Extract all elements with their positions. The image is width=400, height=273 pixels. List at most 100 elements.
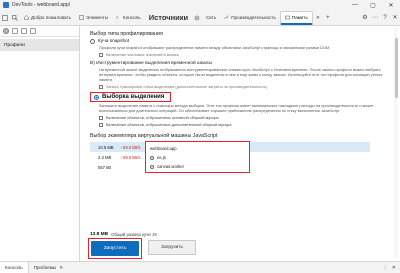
vm-instance-list: 10.5 MB ↑ 59.0 kB/s 2.3 MB ↑ 59.0 kB/s 557… — [90, 141, 370, 200]
inspect-icon[interactable] — [10, 12, 20, 24]
window-title: DevTools - webboard.app/ — [12, 2, 71, 8]
allocation-sampling-description: Запишите выделение памяти с помощью мето… — [99, 103, 374, 113]
allocation-sampling-radio[interactable] — [94, 94, 99, 100]
vertical-scrollbar[interactable] — [394, 28, 398, 258]
total-heap-label: Общий размер кучи JS — [111, 232, 158, 237]
vm-instance-title: Выбор экземпляра виртуальной машины Java… — [90, 133, 218, 139]
drawer-actions: ⋮ ✕ — [383, 265, 396, 271]
major-gc-checkbox[interactable] — [99, 115, 103, 120]
tab-network[interactable]: Сеть — [202, 11, 220, 25]
vm-instance-section: Выбор экземпляра виртуальной машины Java… — [90, 133, 386, 200]
numeric-values-label: Включение числовых значений в запись — [106, 52, 179, 57]
settings-gear-icon[interactable]: ⚙ — [360, 12, 370, 24]
vm-rate: ↑ 59.0 kB/s — [120, 155, 142, 160]
tab-memory-label: Память — [291, 14, 308, 20]
profiles-sidebar: Профили — [0, 26, 80, 261]
heap-snapshot-option[interactable]: Куча snapshot — [90, 39, 386, 44]
tab-memory[interactable]: Память — [279, 10, 313, 25]
device-toolbar-icon[interactable] — [0, 12, 10, 24]
performance-icon — [224, 15, 230, 20]
major-gc-label: Включение объектов, отброшенных основной… — [106, 115, 219, 120]
clear-icon[interactable] — [12, 28, 18, 34]
allocation-timeline-option[interactable]: В) Инструментирование выделения временно… — [90, 61, 386, 66]
close-window-button[interactable]: ✕ — [382, 0, 400, 10]
action-buttons: Запустить Загрузить — [88, 238, 196, 259]
vm-rate: ↑ 59.0 kB/s — [120, 145, 142, 150]
vm-target-radio[interactable] — [150, 164, 154, 169]
drawer-tab-problems[interactable]: Проблемы ✕ — [29, 262, 68, 273]
add-tab-icon[interactable]: + — [323, 12, 333, 24]
drawer-tab-problems-label: Проблемы — [33, 265, 57, 270]
vm-heap-size: 10.5 MB — [98, 144, 114, 150]
drawer-tab-bar: Консоль Проблемы ✕ ⋮ ✕ — [0, 261, 400, 273]
vm-heap-size: 557 kB — [98, 164, 112, 170]
tab-elements-label: Элементы — [85, 15, 109, 20]
minor-gc-checkbox-row[interactable]: Включение объектов, отброшенных дополнит… — [99, 122, 386, 127]
more-tabs-icon[interactable]: » — [313, 12, 323, 24]
window-controls: — ▢ ✕ — [346, 0, 400, 10]
profiles-heading: Профили — [0, 39, 79, 51]
profiling-type-title: Выбор типа профилирования — [90, 31, 163, 37]
memory-panel: Выбор типа профилирования Куча snapshot … — [82, 26, 394, 261]
console-icon — [116, 15, 121, 20]
numeric-values-checkbox[interactable] — [99, 52, 103, 57]
devtools-app-icon — [3, 2, 9, 8]
help-icon[interactable]: ? — [380, 12, 390, 24]
devtools-tab-bar: Добро пожаловать Элементы Консоль Источн… — [0, 10, 400, 26]
vm-target-name: ee.js — [157, 155, 166, 160]
arrow-up-icon: ↑ — [120, 154, 122, 160]
allocation-timeline-label: В) Инструментирование выделения временно… — [90, 61, 212, 66]
record-icon[interactable] — [3, 28, 9, 34]
heap-snapshot-label: Куча snapshot — [98, 39, 130, 44]
tabbar-right-actions: ⚙ ⋯ ? ✕ — [360, 12, 400, 24]
allocation-stack-checkbox[interactable] — [99, 84, 103, 89]
close-devtools-icon[interactable]: ✕ — [390, 12, 400, 24]
download-icon[interactable] — [30, 28, 36, 34]
allocation-stack-label: Запись трассировок стека выделения (допо… — [106, 84, 268, 89]
minor-gc-label: Включение объектов, отброшенных дополнит… — [106, 122, 232, 127]
load-button[interactable]: Загрузить — [148, 240, 196, 255]
start-button[interactable]: Запустить — [91, 241, 139, 256]
heap-snapshot-numeric-checkbox-row[interactable]: Включение числовых значений в запись — [99, 52, 386, 57]
upload-icon[interactable] — [21, 28, 27, 34]
tab-console-label: Консоль — [123, 15, 141, 20]
scrollbar-thumb[interactable] — [394, 38, 398, 98]
tab-sources[interactable]: Источники — [145, 11, 192, 25]
sources-gear-icon[interactable] — [192, 12, 202, 24]
profiles-toolbar — [0, 26, 79, 37]
tab-welcome[interactable]: Добро пожаловать — [20, 11, 75, 25]
allocation-timeline-description: На временной шкале выделения отображаютс… — [99, 67, 383, 82]
tab-performance-label: Производительность — [231, 15, 276, 20]
heap-snapshot-description: Профили кучи snapshot отображают распред… — [99, 45, 331, 50]
drawer-tab-console[interactable]: Консоль — [0, 261, 29, 273]
tab-console[interactable]: Консоль — [112, 11, 145, 25]
tab-elements[interactable]: Элементы — [75, 11, 112, 25]
drawer-menu-icon[interactable]: ⋮ — [383, 265, 388, 271]
total-heap-size: 13.8 MB — [90, 232, 109, 237]
heap-snapshot-radio[interactable] — [90, 39, 95, 44]
total-heap-info: 13.8 MB Общий размер кучи JS — [90, 232, 157, 237]
allocation-sampling-option[interactable]: Выборка выделения — [90, 92, 172, 102]
maximize-button[interactable]: ▢ — [364, 0, 382, 10]
home-icon — [24, 15, 29, 20]
close-problems-icon[interactable]: ✕ — [59, 265, 63, 271]
arrow-up-icon: ↑ — [120, 144, 122, 150]
vm-target-item[interactable]: canvas.worker — [150, 162, 245, 171]
allocation-stack-checkbox-row[interactable]: Запись трассировок стека выделения (допо… — [99, 84, 386, 89]
vm-target-item[interactable]: webboard.app — [150, 144, 245, 153]
major-gc-checkbox-row[interactable]: Включение объектов, отброшенных основной… — [99, 115, 386, 120]
tab-welcome-label: Добро пожаловать — [31, 15, 71, 20]
vm-target-names: webboard.app ee.js canvas.worker — [145, 141, 250, 173]
vm-heap-size: 2.3 MB — [98, 154, 112, 160]
memory-icon — [285, 15, 290, 20]
elements-icon — [79, 15, 84, 20]
more-menu-icon[interactable]: ⋯ — [370, 12, 380, 24]
tab-performance[interactable]: Производительность — [220, 11, 280, 25]
vm-target-radio[interactable] — [150, 155, 154, 160]
vm-rate-value: 59.0 kB/s — [123, 144, 141, 150]
minor-gc-checkbox[interactable] — [99, 122, 103, 127]
close-drawer-icon[interactable]: ✕ — [392, 265, 396, 271]
vm-target-name: canvas.worker — [157, 164, 184, 169]
minimize-button[interactable]: — — [346, 0, 364, 10]
vm-target-item[interactable]: ee.js — [150, 153, 245, 162]
